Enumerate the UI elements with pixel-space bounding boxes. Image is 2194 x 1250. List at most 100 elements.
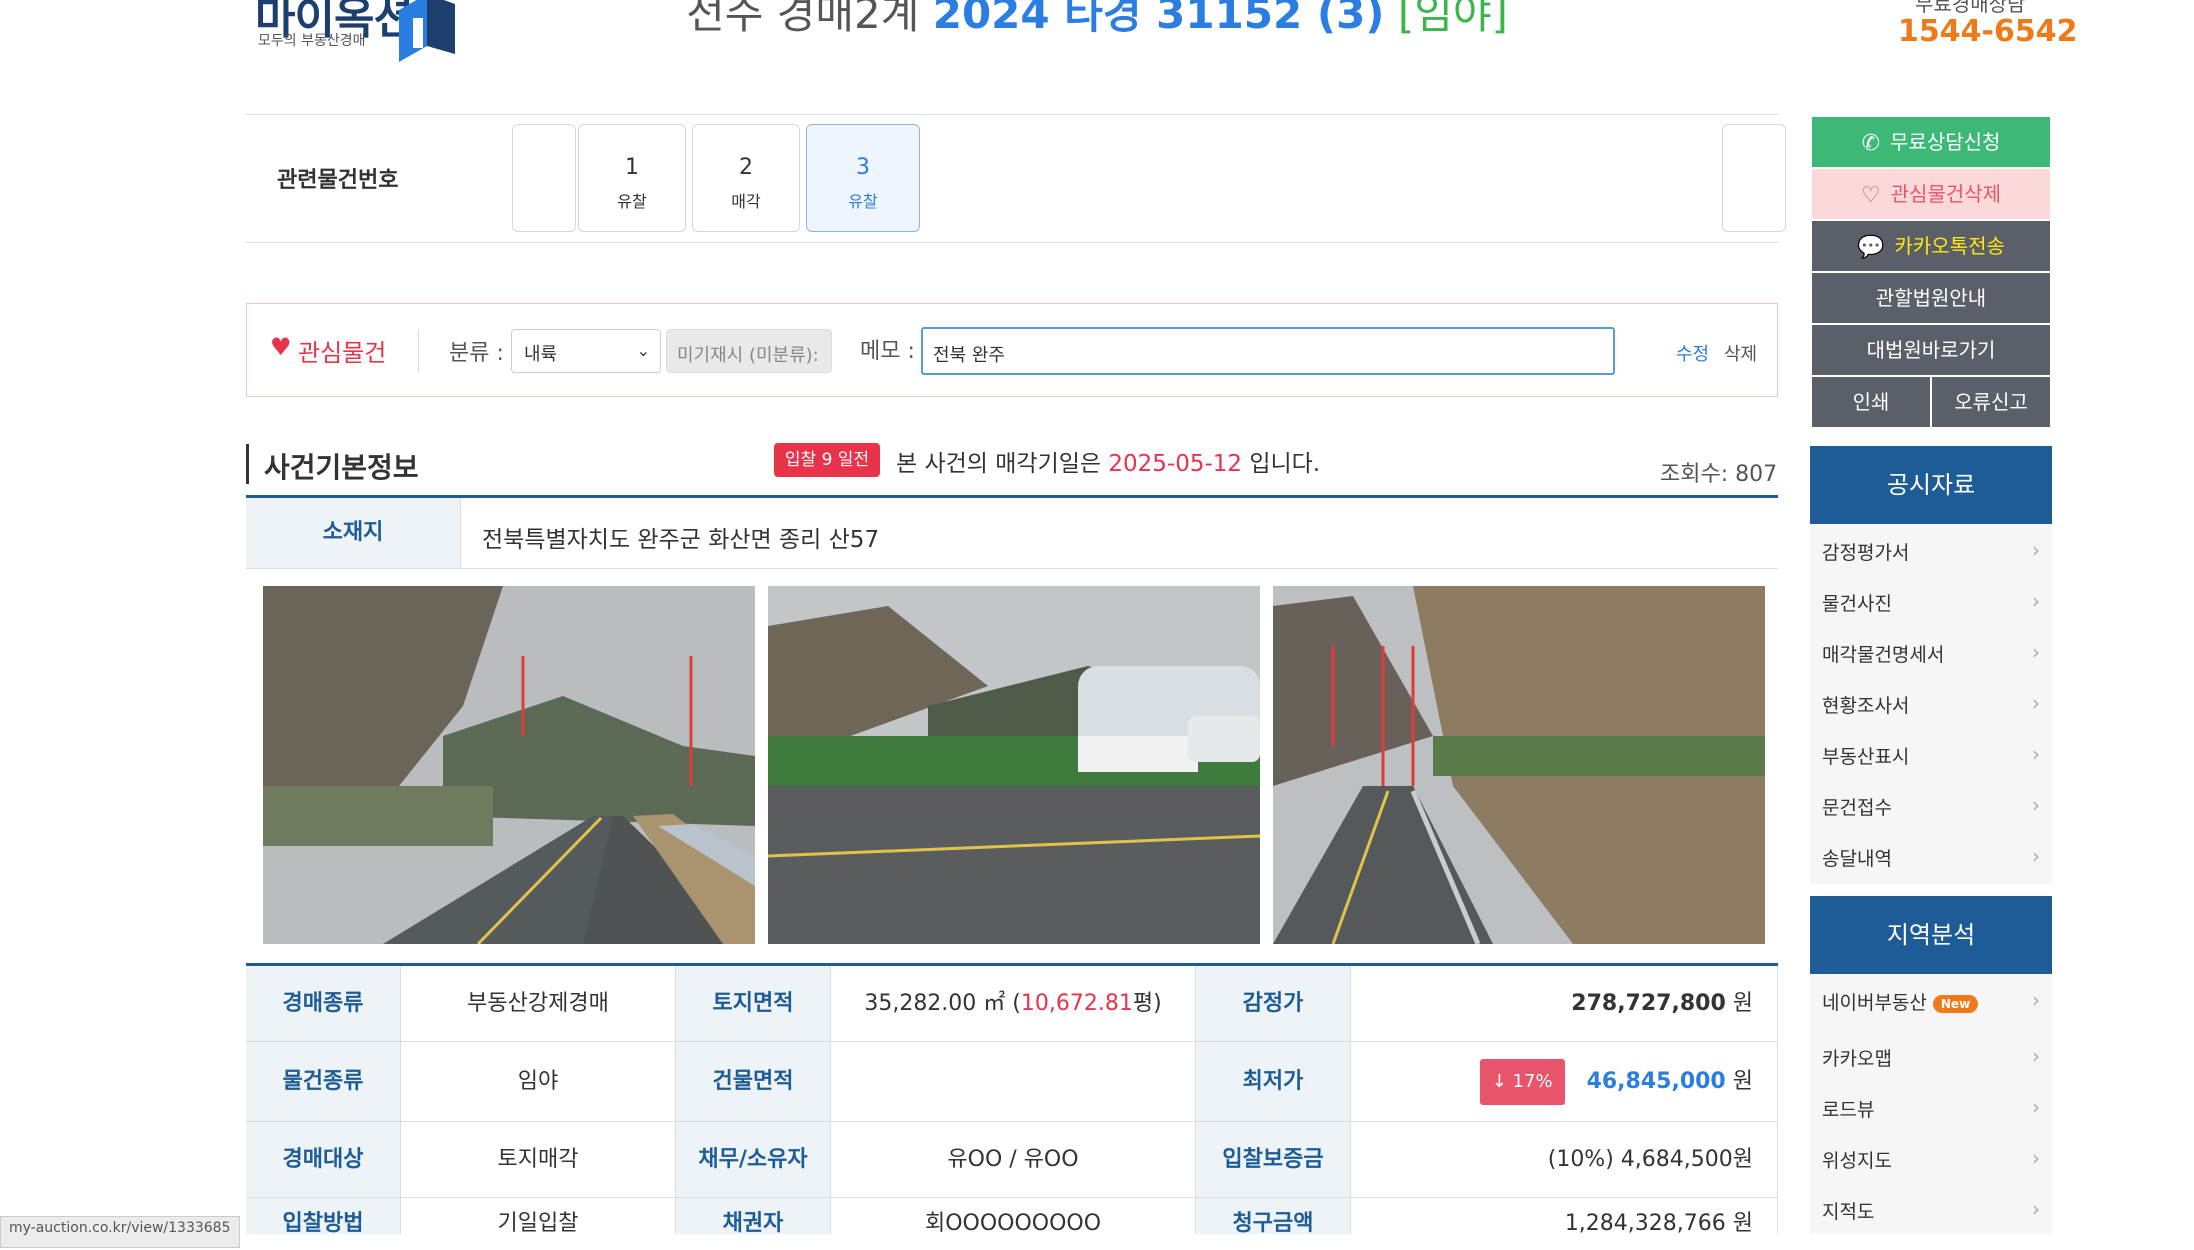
- location-value: 전북특별자치도 완주군 화산면 종리 산57: [482, 527, 880, 553]
- notice-label: 매각물건명세서: [1822, 644, 1945, 666]
- notice-item-survey[interactable]: 현황조사서 ›: [1822, 691, 2040, 718]
- property-photo-3[interactable]: [1273, 586, 1765, 944]
- related-tab-2[interactable]: 2 매각: [692, 124, 800, 232]
- notice-item-appraisal[interactable]: 감정평가서 ›: [1822, 538, 2040, 565]
- region-item-satellite[interactable]: 위성지도 ›: [1822, 1146, 2040, 1173]
- chevron-right-icon: ›: [2032, 691, 2040, 715]
- case-court: 전주 경매2계: [686, 0, 920, 38]
- chevron-right-icon: ›: [2032, 793, 2040, 817]
- owner-value: 유OO / 유OO: [831, 1122, 1196, 1198]
- interest-delete-button[interactable]: ♡ 관심물건삭제: [1812, 169, 2050, 219]
- divider: [246, 114, 1778, 115]
- notice-item-delivery[interactable]: 송달내역 ›: [1822, 844, 2040, 871]
- category-value: 내륙: [524, 344, 558, 365]
- case-number: 2024 타경 31152 (3): [932, 0, 1385, 38]
- new-badge: New: [1932, 994, 1979, 1013]
- appraisal-value: 278,727,800 원: [1351, 966, 1778, 1042]
- creditor-value: 회OOOOOOOOO: [831, 1198, 1196, 1236]
- tab-status: 매각: [731, 192, 761, 211]
- chevron-right-icon: ›: [2032, 1197, 2040, 1221]
- court-info-button[interactable]: 관할법원안내: [1812, 273, 2050, 323]
- land-area-m2: 35,282.00 ㎡ (: [864, 991, 1021, 1016]
- bid-method-value: 기일입찰: [401, 1198, 676, 1236]
- chevron-right-icon: ›: [2032, 844, 2040, 868]
- chevron-right-icon: ›: [2032, 589, 2040, 613]
- notice-item-property[interactable]: 부동산표시 ›: [1822, 742, 2040, 769]
- region-label: 지적도: [1822, 1201, 1875, 1223]
- auction-type-label: 경매종류: [246, 966, 401, 1042]
- bid-method-label: 입찰방법: [246, 1198, 401, 1236]
- region-item-cadastral[interactable]: 지적도 ›: [1822, 1197, 2040, 1224]
- deposit-label: 입찰보증금: [1196, 1122, 1351, 1198]
- related-tab-1[interactable]: 1 유찰: [578, 124, 686, 232]
- error-report-button[interactable]: 오류신고: [1932, 377, 2050, 427]
- phone-number[interactable]: 1544-6542: [1898, 14, 2077, 49]
- property-photo-2[interactable]: [768, 586, 1260, 944]
- region-label: 로드뷰: [1822, 1099, 1875, 1121]
- kakao-label: 카카오톡전송: [1894, 234, 2005, 258]
- land-area-label: 토지면적: [676, 966, 831, 1042]
- notice-item-sale-spec[interactable]: 매각물건명세서 ›: [1822, 640, 2040, 667]
- category-select[interactable]: 내륙 ⌄: [511, 329, 661, 373]
- print-button[interactable]: 인쇄: [1812, 377, 1930, 427]
- section-title: 사건기본정보: [264, 451, 419, 484]
- notice-item-documents[interactable]: 문건접수 ›: [1822, 793, 2040, 820]
- appraisal-label: 감정가: [1196, 966, 1351, 1042]
- related-items-label: 관련물건번호: [277, 168, 399, 193]
- supreme-court-button[interactable]: 대법원바로가기: [1812, 325, 2050, 375]
- consult-label: 무료상담신청: [1890, 130, 2001, 154]
- related-next-button[interactable]: [1722, 124, 1786, 232]
- building-area-label: 건물면적: [676, 1042, 831, 1122]
- notice-item-photos[interactable]: 물건사진 ›: [1822, 589, 2040, 616]
- currency-unit: 원: [1732, 1069, 1753, 1094]
- notice-label: 물건사진: [1822, 593, 1892, 615]
- chevron-right-icon: ›: [2032, 538, 2040, 562]
- notice-label: 부동산표시: [1822, 746, 1910, 768]
- target-label: 경매대상: [246, 1122, 401, 1198]
- memo-delete-link[interactable]: 삭제: [1724, 340, 1757, 366]
- case-title: 전주 경매2계 2024 타경 31152 (3) [임야]: [0, 0, 2194, 41]
- tab-number: 3: [856, 155, 870, 180]
- price-drop-badge: ↓ 17%: [1479, 1059, 1565, 1105]
- region-header: 지역분석: [1810, 896, 2052, 974]
- region-item-roadview[interactable]: 로드뷰 ›: [1822, 1095, 2040, 1122]
- related-prev-button[interactable]: [512, 124, 576, 232]
- claim-label: 청구금액: [1196, 1198, 1351, 1236]
- min-price-value: ↓ 17% 46,845,000 원: [1351, 1042, 1778, 1122]
- land-area-pyeong: 10,672.81: [1020, 991, 1133, 1016]
- chevron-right-icon: ›: [2032, 1146, 2040, 1170]
- chevron-right-icon: ›: [2032, 1095, 2040, 1119]
- kakao-send-button[interactable]: 💬 카카오톡전송: [1812, 221, 2050, 271]
- interest-delete-label: 관심물건삭제: [1890, 182, 2002, 206]
- interest-label: 관심물건: [298, 339, 387, 367]
- memo-edit-link[interactable]: 수정: [1676, 340, 1709, 366]
- free-consult-button[interactable]: ✆ 무료상담신청: [1812, 117, 2050, 167]
- claim-value: 1,284,328,766 원: [1351, 1198, 1778, 1236]
- uncategorized-field: 미기재시 (미분류):: [666, 329, 832, 373]
- memo-input[interactable]: 전북 완주: [921, 327, 1615, 375]
- location-label: 소재지: [246, 498, 461, 568]
- related-tab-3[interactable]: 3 유찰: [806, 124, 920, 232]
- chevron-down-icon: ⌄: [636, 341, 650, 360]
- phone-icon: ✆: [1861, 130, 1881, 156]
- link-status-bar: my-auction.co.kr/view/1333685: [0, 1216, 240, 1248]
- land-area-value: 35,282.00 ㎡ (10,672.81평): [831, 966, 1196, 1042]
- min-price-amount: 46,845,000: [1586, 1069, 1726, 1094]
- region-item-kakaomap[interactable]: 카카오맵 ›: [1822, 1044, 2040, 1071]
- chevron-right-icon: ›: [2032, 640, 2040, 664]
- min-price-label: 최저가: [1196, 1042, 1351, 1122]
- notice-label: 송달내역: [1822, 848, 1892, 870]
- divider: [246, 242, 1778, 243]
- notices-list: 감정평가서 › 물건사진 › 매각물건명세서 › 현황조사서 › 부동산표시 › 문건접수…: [1810, 524, 2052, 884]
- creditor-label: 채권자: [676, 1198, 831, 1236]
- item-type-value: 임야: [401, 1042, 676, 1122]
- property-photo-1[interactable]: [263, 586, 755, 944]
- currency-unit: 원: [1732, 991, 1753, 1016]
- land-area-unit: 평): [1132, 991, 1162, 1016]
- region-item-naver[interactable]: 네이버부동산 New ›: [1822, 988, 2040, 1015]
- heart-outline-icon: ♡: [1860, 182, 1881, 208]
- auction-type-value: 부동산강제경매: [401, 966, 676, 1042]
- heart-icon: ♥: [270, 333, 292, 361]
- case-type: [임야]: [1397, 0, 1508, 38]
- notice-label: 문건접수: [1822, 797, 1892, 819]
